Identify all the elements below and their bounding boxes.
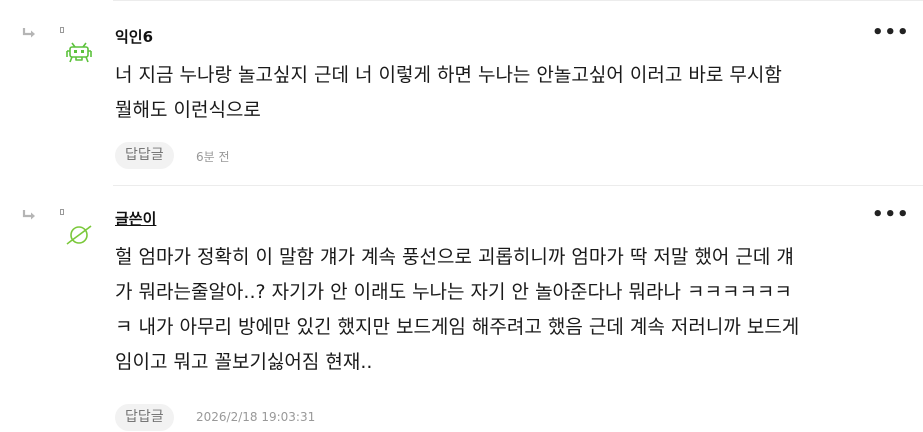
comment-divider: [113, 185, 923, 186]
planet-icon: [66, 225, 92, 245]
more-options-icon[interactable]: •••: [872, 206, 910, 224]
reply-button[interactable]: 답답글: [115, 404, 174, 431]
more-options-icon[interactable]: •••: [872, 24, 910, 42]
reply-arrow-icon: [22, 28, 35, 38]
small-square-icon: [60, 27, 64, 33]
comment-author[interactable]: 익인6: [115, 26, 153, 47]
comment-timestamp: 6분 전: [196, 150, 230, 164]
space-invader-icon: [66, 42, 92, 63]
comment-timestamp: 2026/2/18 19:03:31: [196, 410, 316, 424]
top-divider: [113, 0, 923, 1]
comment-text: 헐 엄마가 정확히 이 말함 걔가 계속 풍선으로 괴롭히니까 엄마가 딱 저말…: [115, 246, 800, 373]
small-square-icon: [60, 209, 64, 215]
reply-arrow-icon: [22, 210, 35, 220]
comment-author[interactable]: 글쓴이: [115, 208, 156, 229]
comment-text: 너 지금 누나랑 놀고싶지 근데 너 이렇게 하면 누나는 안놀고싶어 이러고 …: [115, 64, 782, 121]
reply-button[interactable]: 답답글: [115, 142, 174, 169]
